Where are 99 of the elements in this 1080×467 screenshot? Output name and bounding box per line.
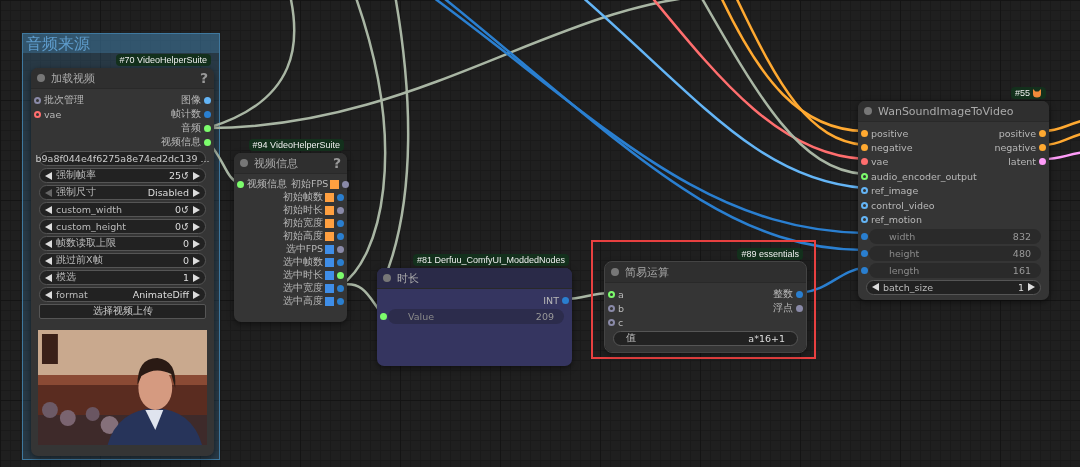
input-label: c	[618, 316, 624, 328]
node-title: 加载视频	[51, 70, 96, 86]
node-badge: #55	[1010, 87, 1046, 99]
group-title: 音频来源	[26, 34, 90, 53]
left-arrow-icon[interactable]	[45, 290, 52, 299]
node-title: WanSoundImageToVideo	[878, 104, 1015, 118]
output-label: 初始宽度	[283, 217, 323, 230]
input-port[interactable]	[861, 129, 868, 137]
input-port[interactable]	[34, 96, 41, 104]
input-label: b	[618, 302, 625, 314]
input-port[interactable]	[861, 216, 868, 224]
converted-widget[interactable]: height 480	[869, 245, 1041, 261]
help-button[interactable]: ?	[332, 155, 341, 171]
output-port[interactable]	[1039, 158, 1046, 166]
left-arrow-icon[interactable]	[45, 222, 52, 231]
converted-widget[interactable]: width 832	[869, 228, 1041, 244]
input-port[interactable]	[34, 110, 41, 118]
number-widget[interactable]: 跳过前X帧 0	[39, 253, 206, 268]
left-arrow-icon[interactable]	[45, 239, 52, 248]
output-port[interactable]	[204, 96, 211, 104]
output-label: negative	[994, 142, 1036, 154]
input-label: vae	[871, 156, 889, 168]
node-title: 时长	[397, 270, 420, 286]
number-widget[interactable]: custom_height 0↺	[39, 219, 206, 234]
input-label: positive	[871, 127, 909, 139]
node-badge: #89 essentials	[737, 248, 803, 260]
converted-widget[interactable]: length 161	[869, 262, 1041, 278]
node-badge: #81 Derfuu_ComfyUI_ModdedNodes	[412, 254, 569, 266]
number-widget[interactable]: batch_size 1	[866, 279, 1041, 295]
input-port[interactable]	[861, 201, 868, 209]
input-label: negative	[871, 142, 913, 154]
output-label: 帧计数	[171, 107, 201, 121]
output-label: 音频	[181, 121, 201, 135]
title-bar[interactable]: 时长	[377, 268, 572, 289]
input-port[interactable]	[861, 158, 868, 166]
input-label: 视频信息	[247, 178, 287, 191]
input-label: vae	[44, 108, 62, 120]
output-label: latent	[1008, 156, 1036, 168]
input-label: a	[618, 288, 624, 300]
title-bar[interactable]: 加载视频 ?	[31, 68, 214, 89]
output-label: positive	[998, 127, 1036, 139]
output-label: 选中帧数	[283, 256, 323, 269]
left-arrow-icon[interactable]	[45, 205, 52, 214]
collapse-dot-icon[interactable]	[240, 159, 248, 167]
input-port[interactable]	[608, 318, 615, 326]
output-port[interactable]	[1039, 144, 1046, 152]
output-label: INT	[543, 294, 559, 306]
collapse-dot-icon[interactable]	[37, 74, 45, 82]
left-arrow-icon[interactable]	[872, 283, 879, 292]
help-button[interactable]: ?	[199, 70, 208, 86]
expression-field[interactable]: 值 a*16+1	[613, 331, 798, 346]
number-widget[interactable]: custom_width 0↺	[39, 202, 206, 217]
output-label: 浮点	[773, 301, 793, 315]
output-label: 视频信息	[161, 135, 201, 149]
node-badge: #94 VideoHelperSuite	[248, 139, 344, 151]
left-arrow-icon[interactable]	[45, 273, 52, 282]
output-label: 整数	[773, 287, 793, 301]
output-label: 初始高度	[283, 230, 323, 243]
input-label: audio_encoder_output	[871, 170, 977, 182]
input-label: control_video	[871, 199, 935, 211]
node-title: 视频信息	[254, 155, 299, 171]
node-title: 简易运算	[625, 264, 670, 280]
collapse-dot-icon[interactable]	[864, 107, 872, 115]
output-port[interactable]	[1039, 129, 1046, 137]
number-widget[interactable]: 强制尺寸 Disabled	[39, 185, 206, 200]
input-label: 批次管理	[44, 93, 84, 107]
input-port[interactable]	[861, 249, 868, 257]
output-label: 选中高度	[283, 295, 323, 308]
left-arrow-icon[interactable]	[45, 256, 52, 265]
input-port[interactable]	[861, 144, 868, 152]
title-bar[interactable]: 视频信息 ?	[234, 153, 347, 174]
output-label: 初始帧数	[283, 191, 323, 204]
input-label: ref_motion	[871, 214, 922, 226]
right-arrow-icon[interactable]	[1028, 283, 1035, 292]
upload-button[interactable]: 选择视频上传	[39, 304, 206, 319]
number-widget[interactable]: 模选 1	[39, 270, 206, 285]
input-port[interactable]	[861, 266, 868, 274]
left-arrow-icon[interactable]	[45, 171, 52, 180]
number-widget[interactable]: 强制帧率 25↺	[39, 168, 206, 183]
output-label: 初始FPS	[291, 178, 329, 191]
title-bar[interactable]: WanSoundImageToVideo	[858, 101, 1049, 122]
output-label: 初始时长	[283, 204, 323, 217]
input-port[interactable]	[861, 187, 868, 195]
cat-icon	[1032, 88, 1042, 98]
number-widget[interactable]: format AnimateDiff	[39, 287, 206, 302]
output-label: 图像	[181, 93, 201, 107]
title-bar[interactable]: 简易运算	[605, 262, 806, 283]
input-port[interactable]	[608, 304, 615, 312]
node-badge: #70 VideoHelperSuite	[115, 54, 211, 66]
output-port[interactable]	[342, 181, 350, 188]
converted-widget[interactable]: Value 209	[388, 309, 564, 324]
collapse-dot-icon[interactable]	[611, 268, 619, 276]
output-label: 选中时长	[283, 269, 323, 282]
input-label: ref_image	[871, 185, 919, 197]
output-label: 选中宽度	[283, 282, 323, 295]
number-widget[interactable]: 帧数读取上限 0	[39, 236, 206, 251]
input-port[interactable]	[861, 232, 868, 240]
output-label: 选中FPS	[285, 243, 323, 256]
collapse-dot-icon[interactable]	[383, 274, 391, 282]
